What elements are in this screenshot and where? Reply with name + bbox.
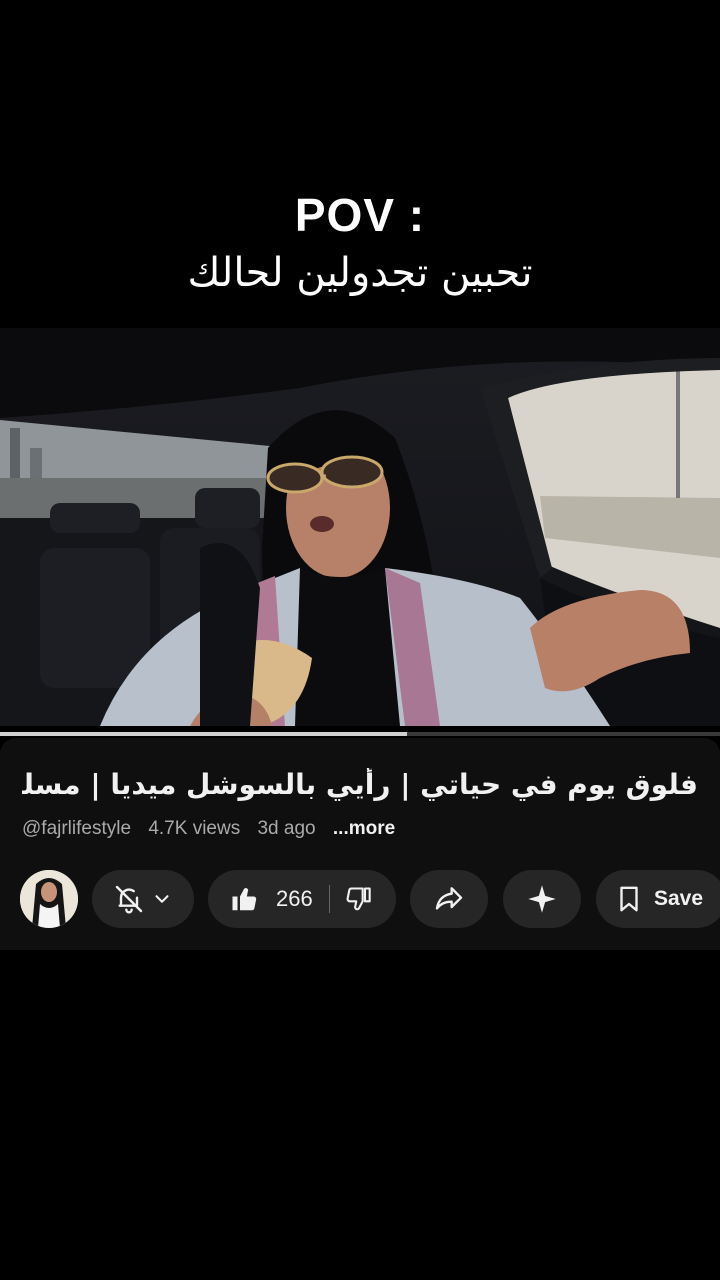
video-title[interactable]: فلوق يوم في حياتي | رأيي بالسوشل ميديا |…: [22, 768, 698, 801]
save-button[interactable]: Save: [596, 870, 720, 928]
caption-line-1: POV :: [294, 189, 426, 241]
bookmark-icon: [620, 886, 638, 912]
remix-button[interactable]: [503, 870, 581, 928]
channel-avatar[interactable]: [20, 870, 78, 928]
video-player[interactable]: [0, 328, 720, 726]
caption-line-2: تحبين تجدولين لحالك: [187, 250, 533, 296]
like-button[interactable]: 266: [230, 884, 313, 914]
thumbs-down-icon: [346, 887, 371, 911]
save-label: Save: [654, 887, 704, 910]
sparkle-icon: [528, 885, 556, 913]
thumbs-up-icon: [232, 888, 257, 911]
dislike-button[interactable]: [344, 885, 372, 913]
video-metadata: @fajrlifestyle 4.7K views 3d ago ...more: [22, 818, 407, 840]
like-divider: [328, 885, 330, 913]
video-progress-bar[interactable]: [0, 732, 720, 736]
bell-off-icon: [115, 885, 143, 914]
more-link[interactable]: ...more: [333, 818, 395, 839]
like-count: 266: [276, 886, 313, 911]
share-icon: [435, 887, 463, 910]
view-count: 4.7K views: [148, 818, 241, 839]
channel-handle[interactable]: @fajrlifestyle: [22, 818, 131, 839]
like-dislike-group: 266: [208, 870, 396, 928]
subscription-bell-button[interactable]: [92, 870, 194, 928]
share-button[interactable]: [410, 870, 488, 928]
upload-age: 3d ago: [257, 818, 316, 839]
video-progress-fill: [0, 732, 407, 736]
chevron-down-icon: [155, 895, 169, 903]
video-frame: [0, 328, 720, 726]
